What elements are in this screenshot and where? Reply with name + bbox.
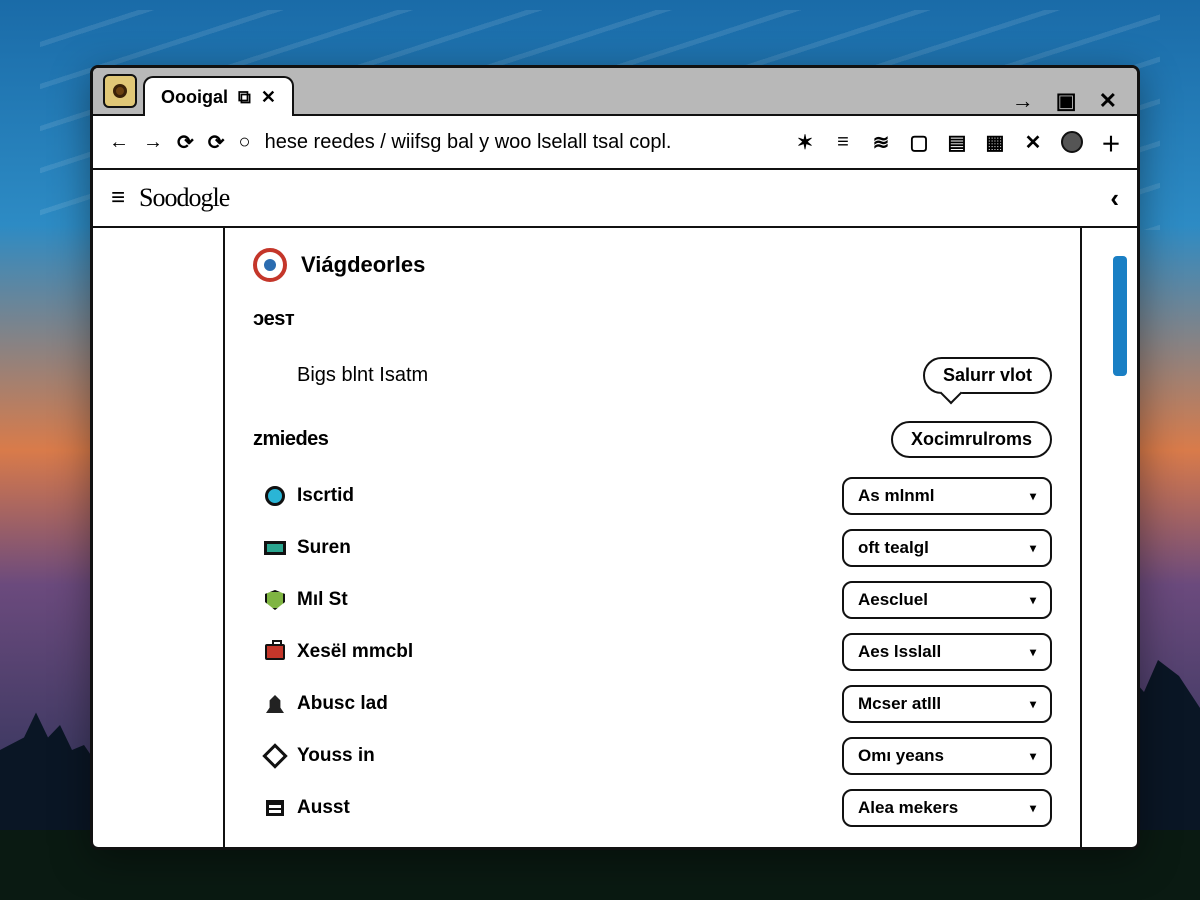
- collapse-icon[interactable]: ‹: [1110, 183, 1119, 214]
- setting-label-3: Xesël mmcbl: [297, 641, 842, 663]
- rectangle-icon: [264, 541, 286, 555]
- chevron-down-icon: ▾: [1030, 697, 1036, 711]
- chevron-down-icon: ▾: [1030, 541, 1036, 555]
- scrollbar-thumb[interactable]: [1113, 256, 1127, 376]
- setting-row-6: Ausst Alea mekers▾: [253, 782, 1052, 834]
- profile-badge-icon: [253, 248, 287, 282]
- url-security-icon: ○: [239, 131, 251, 154]
- profile-avatar-icon[interactable]: [1061, 131, 1083, 153]
- chevron-down-icon: ▾: [1030, 593, 1036, 607]
- setting-label-5: Youss in: [297, 745, 842, 767]
- setting-label-6: Ausst: [297, 797, 842, 819]
- setting-dropdown-6[interactable]: Alea mekers▾: [842, 789, 1052, 827]
- toolbar-icon-4[interactable]: ▢: [909, 130, 929, 155]
- profile-name: Viágdeorles: [301, 252, 425, 278]
- window-forward-icon[interactable]: →: [1012, 88, 1034, 114]
- chevron-down-icon: ▾: [1030, 645, 1036, 659]
- nav-reload2-icon[interactable]: ⟳: [208, 130, 225, 155]
- setting-dropdown-1[interactable]: oft tealgl▾: [842, 529, 1052, 567]
- nav-reload-icon[interactable]: ⟳: [177, 130, 194, 155]
- profile-row: Viágdeorles: [253, 248, 1052, 282]
- setting-dropdown-5[interactable]: Omı yeans▾: [842, 737, 1052, 775]
- list-icon: [266, 800, 284, 816]
- setting-row-2: Mıl St Aescluel▾: [253, 574, 1052, 626]
- setting-label-4: Abusc lad: [297, 693, 842, 715]
- setting-dropdown-2[interactable]: Aescluel▾: [842, 581, 1052, 619]
- menu-icon[interactable]: ≡: [111, 184, 125, 212]
- diamond-icon: [262, 743, 287, 768]
- circle-icon: [265, 486, 285, 506]
- nav-back-icon[interactable]: ←: [109, 131, 129, 154]
- app-header: ≡ Soodogle ‹: [93, 170, 1137, 228]
- toolbar-icon-3[interactable]: ≋: [871, 130, 891, 155]
- bell-icon: [266, 695, 284, 713]
- tab-title: Oooigal: [161, 87, 228, 108]
- briefcase-icon: [265, 644, 285, 660]
- address-bar: ← → ⟳ ⟳ ○ hese reedes / wiifsg bal y woo…: [93, 116, 1137, 170]
- setting-label-0: Iscrtid: [297, 485, 842, 507]
- section-1-button[interactable]: Salurr vlot: [923, 357, 1052, 394]
- section-2-title: zmiedes: [253, 428, 328, 451]
- nav-forward-icon[interactable]: →: [143, 131, 163, 154]
- tab-restore-icon[interactable]: ⧉: [238, 87, 251, 108]
- setting-row-0: Iscrtid As mlnml▾: [253, 470, 1052, 522]
- chevron-down-icon: ▾: [1030, 801, 1036, 815]
- settings-main: Viágdeorles ɔesт Bigs blnt Isatm Salurr …: [223, 228, 1082, 847]
- toolbar-icon-6[interactable]: ▦: [985, 130, 1005, 155]
- setting-row-4: Abusc lad Mcser atlll▾: [253, 678, 1052, 730]
- toolbar-icon-1[interactable]: ✶: [795, 130, 815, 155]
- setting-label-1: Suren: [297, 537, 842, 559]
- chevron-down-icon: ▾: [1030, 749, 1036, 763]
- setting-dropdown-4[interactable]: Mcser atlll▾: [842, 685, 1052, 723]
- toolbar-icon-2[interactable]: ≡: [833, 131, 853, 154]
- window-favicon: [103, 74, 137, 108]
- setting-row-1: Suren oft tealgl▾: [253, 522, 1052, 574]
- shield-icon: [265, 590, 285, 610]
- setting-dropdown-3[interactable]: Aes lsslall▾: [842, 633, 1052, 671]
- right-rail: [1082, 228, 1137, 847]
- tab-close-icon[interactable]: ✕: [261, 87, 276, 108]
- setting-label-2: Mıl St: [297, 589, 842, 611]
- section-1-row: Bigs blnt Isatm Salurr vlot: [253, 349, 1052, 401]
- url-input[interactable]: hese reedes / wiifsg bal y woo lselall t…: [265, 131, 781, 154]
- new-tab-icon[interactable]: ＋: [1101, 128, 1121, 157]
- section-1-label: Bigs blnt Isatm: [297, 364, 428, 387]
- setting-row-5: Youss in Omı yeans▾: [253, 730, 1052, 782]
- section-2-header-button[interactable]: Xocimrulroms: [891, 421, 1052, 458]
- window-restore-icon[interactable]: ▣: [1056, 88, 1077, 114]
- setting-dropdown-0[interactable]: As mlnml▾: [842, 477, 1052, 515]
- setting-row-3: Xesël mmcbl Aes lsslall▾: [253, 626, 1052, 678]
- toolbar-icon-5[interactable]: ▤: [947, 130, 967, 155]
- section-1-title: ɔesт: [253, 308, 1052, 331]
- left-rail: [93, 228, 223, 847]
- tabstrip: Oooigal ⧉ ✕ → ▣ ✕: [93, 68, 1137, 116]
- browser-tab[interactable]: Oooigal ⧉ ✕: [143, 76, 294, 116]
- window-close-icon[interactable]: ✕: [1099, 88, 1117, 114]
- browser-window: Oooigal ⧉ ✕ → ▣ ✕ ← → ⟳ ⟳ ○ hese reedes …: [90, 65, 1140, 850]
- brand-logo[interactable]: Soodogle: [139, 183, 229, 213]
- chevron-down-icon: ▾: [1030, 489, 1036, 503]
- toolbar-icon-7[interactable]: ✕: [1023, 130, 1043, 155]
